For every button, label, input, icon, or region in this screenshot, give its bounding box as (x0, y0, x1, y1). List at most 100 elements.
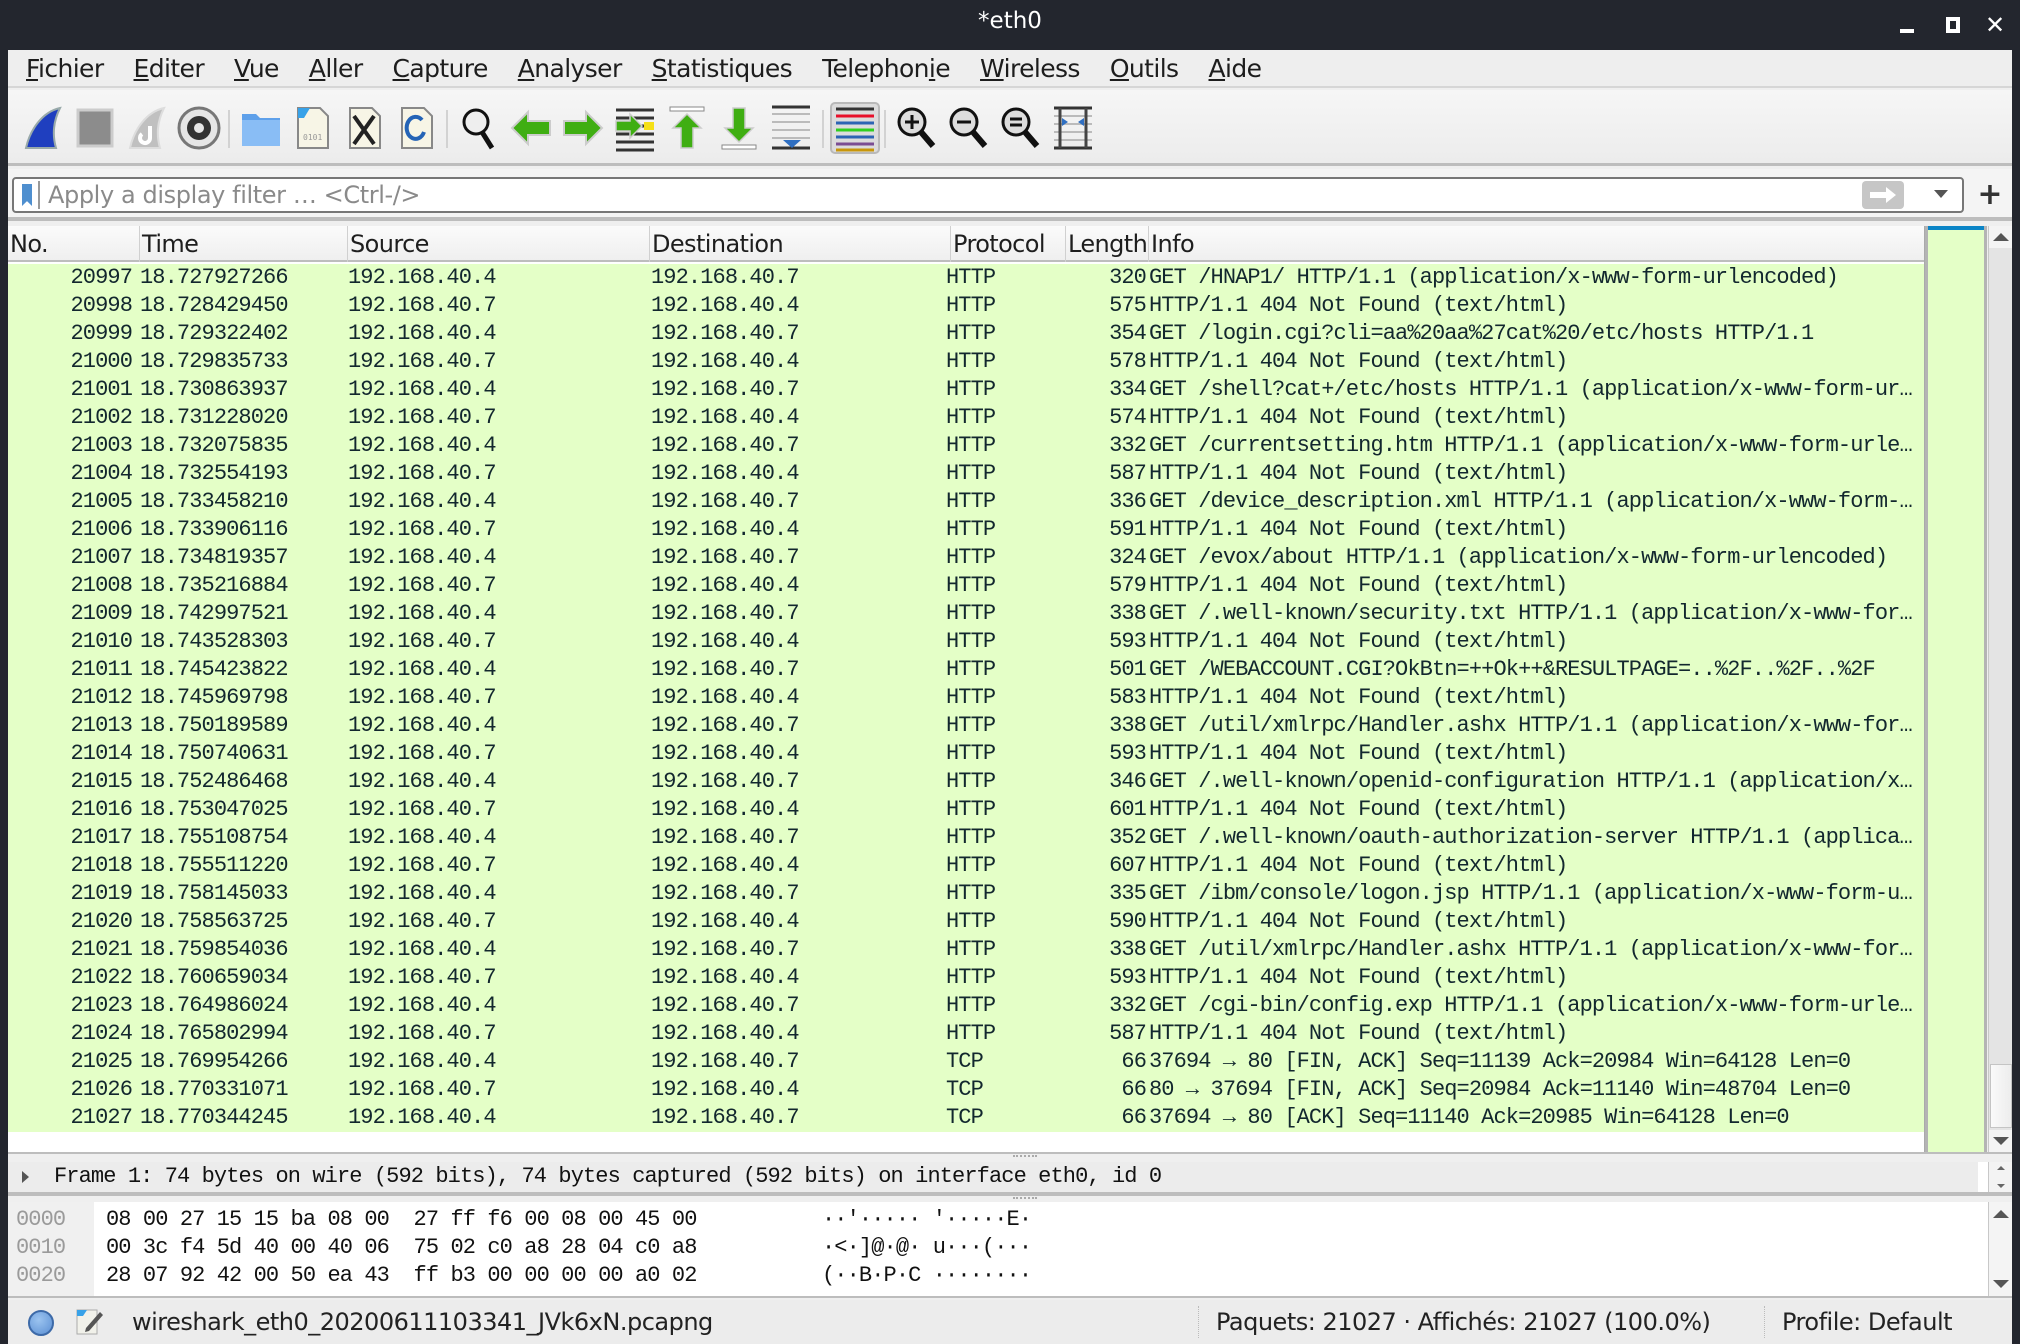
filter-bookmark-button[interactable] (16, 181, 40, 209)
packet-row[interactable]: 21011 18.745423822 192.168.40.4 192.168.40.… (8, 656, 1924, 684)
maximize-button[interactable] (1938, 10, 1968, 40)
zoom-normal-button[interactable] (996, 102, 1046, 154)
restart-capture-button[interactable] (122, 102, 172, 154)
expand-arrow-icon[interactable] (22, 1171, 29, 1183)
menu-vue[interactable]: Vue (234, 54, 279, 83)
pane-splitter[interactable] (8, 1152, 2012, 1160)
column-header-protocol[interactable]: Protocol (951, 226, 1066, 262)
pane-splitter-2[interactable] (8, 1194, 2012, 1202)
column-header-destination[interactable]: Destination (650, 226, 951, 262)
packet-row[interactable]: 21006 18.733906116 192.168.40.7 192.168.40.… (8, 516, 1924, 544)
packet-row[interactable]: 21020 18.758563725 192.168.40.7 192.168.40.… (8, 908, 1924, 936)
packet-row[interactable]: 21021 18.759854036 192.168.40.4 192.168.40.… (8, 936, 1924, 964)
first-packet-button[interactable] (662, 102, 712, 154)
scrollbar-thumb[interactable] (1990, 1064, 2012, 1128)
packet-row[interactable]: 21014 18.750740631 192.168.40.7 192.168.40.… (8, 740, 1924, 768)
packet-row[interactable]: 21013 18.750189589 192.168.40.4 192.168.40.… (8, 712, 1924, 740)
menu-aide[interactable]: Aide (1209, 54, 1263, 83)
packet-row[interactable]: 21005 18.733458210 192.168.40.4 192.168.40.… (8, 488, 1924, 516)
bytes-scrollbar[interactable] (1988, 1202, 2012, 1296)
hex-offset[interactable]: 0010 (16, 1234, 66, 1262)
menu-outils[interactable]: Outils (1110, 54, 1179, 83)
details-tree-item-frame[interactable]: Frame 1: 74 bytes on wire (592 bits), 74… (8, 1162, 1978, 1192)
close-window-button[interactable]: ✕ (1980, 10, 2010, 40)
packet-row[interactable]: 21008 18.735216884 192.168.40.7 192.168.40.… (8, 572, 1924, 600)
display-filter-input[interactable] (48, 179, 1868, 211)
add-filter-button[interactable]: + (1975, 177, 2005, 213)
scroll-up-button[interactable] (1989, 226, 2012, 248)
start-capture-button[interactable] (18, 102, 68, 154)
open-file-button[interactable] (236, 102, 286, 154)
menu-fichier[interactable]: Fichier (26, 54, 104, 83)
last-packet-button[interactable] (714, 102, 764, 154)
capture-comment-icon[interactable] (74, 1306, 104, 1336)
packet-list-scrollbar[interactable] (1988, 226, 2012, 1152)
packet-row[interactable]: 21009 18.742997521 192.168.40.4 192.168.40.… (8, 600, 1924, 628)
packet-row[interactable]: 21019 18.758145033 192.168.40.4 192.168.40.… (8, 880, 1924, 908)
packet-row[interactable]: 20998 18.728429450 192.168.40.7 192.168.40.… (8, 292, 1924, 320)
column-header-time[interactable]: Time (140, 226, 348, 262)
hex-bytes[interactable]: 00 3c f4 5d 40 00 40 06 75 02 c0 a8 28 0… (106, 1234, 697, 1262)
zoom-in-button[interactable] (892, 102, 942, 154)
packet-row[interactable]: 21007 18.734819357 192.168.40.4 192.168.40.… (8, 544, 1924, 572)
next-packet-button[interactable] (558, 102, 608, 154)
packet-row[interactable]: 21002 18.731228020 192.168.40.7 192.168.40.… (8, 404, 1924, 432)
packet-row[interactable]: 21017 18.755108754 192.168.40.4 192.168.40.… (8, 824, 1924, 852)
packet-row[interactable]: 21016 18.753047025 192.168.40.7 192.168.40.… (8, 796, 1924, 824)
column-header-source[interactable]: Source (348, 226, 650, 262)
capture-options-button[interactable] (174, 102, 224, 154)
packet-row[interactable]: 21026 18.770331071 192.168.40.7 192.168.40.… (8, 1076, 1924, 1104)
packet-row[interactable]: 21027 18.770344245 192.168.40.4 192.168.40.… (8, 1104, 1924, 1132)
packet-row[interactable]: 21023 18.764986024 192.168.40.4 192.168.40.… (8, 992, 1924, 1020)
packet-row[interactable]: 21024 18.765802994 192.168.40.7 192.168.40.… (8, 1020, 1924, 1048)
resize-columns-button[interactable] (1048, 102, 1098, 154)
packet-row[interactable]: 21001 18.730863937 192.168.40.4 192.168.40.… (8, 376, 1924, 404)
ascii-bytes[interactable]: ··'····· '·····E· (822, 1206, 1032, 1234)
menu-aller[interactable]: Aller (309, 54, 363, 83)
packet-row[interactable]: 21015 18.752486468 192.168.40.4 192.168.40.… (8, 768, 1924, 796)
menu-statistiques[interactable]: Statistiques (652, 54, 793, 83)
hex-offset[interactable]: 0000 (16, 1206, 66, 1234)
packet-row[interactable]: 21025 18.769954266 192.168.40.4 192.168.40.… (8, 1048, 1924, 1076)
filter-history-dropdown[interactable] (1934, 190, 1948, 198)
auto-scroll-button[interactable] (766, 102, 816, 154)
hex-bytes[interactable]: 08 00 27 15 15 ba 08 00 27 ff f6 00 08 0… (106, 1206, 697, 1234)
profile-selector[interactable]: Profile: Default (1782, 1300, 1953, 1344)
colorize-button[interactable] (830, 102, 880, 154)
zoom-out-button[interactable] (944, 102, 994, 154)
expert-info-indicator-icon[interactable] (28, 1310, 54, 1336)
ascii-bytes[interactable]: (··B·P·C ········ (822, 1262, 1032, 1290)
previous-packet-button[interactable] (506, 102, 556, 154)
column-header-info[interactable]: Info (1149, 226, 1924, 262)
column-header-length[interactable]: Length (1066, 226, 1149, 262)
menu-editer[interactable]: Editer (134, 54, 205, 83)
menu-analyser[interactable]: Analyser (518, 54, 623, 83)
column-header-no[interactable]: No. (8, 226, 140, 262)
hex-bytes[interactable]: 28 07 92 42 00 50 ea 43 ff b3 00 00 00 0… (106, 1262, 697, 1290)
packet-row[interactable]: 21010 18.743528303 192.168.40.7 192.168.40.… (8, 628, 1924, 656)
minimize-button[interactable] (1892, 10, 1922, 40)
menu-wireless[interactable]: Wireless (980, 54, 1080, 83)
packet-row[interactable]: 21000 18.729835733 192.168.40.7 192.168.40.… (8, 348, 1924, 376)
find-packet-button[interactable] (454, 102, 504, 154)
details-scrollbar[interactable] (1988, 1162, 2012, 1192)
go-to-packet-button[interactable] (610, 102, 660, 154)
menu-telephonie[interactable]: Telephonie (822, 54, 951, 83)
packet-minimap[interactable] (1925, 226, 1987, 1152)
ascii-bytes[interactable]: ·<·]@·@· u···(··· (822, 1234, 1032, 1262)
scroll-down-button[interactable] (1989, 1130, 2012, 1152)
packet-row[interactable]: 21004 18.732554193 192.168.40.7 192.168.40.… (8, 460, 1924, 488)
save-file-button[interactable]: 0101 (288, 102, 338, 154)
stop-capture-button[interactable] (70, 102, 120, 154)
packet-row[interactable]: 21003 18.732075835 192.168.40.4 192.168.40.… (8, 432, 1924, 460)
packet-row[interactable]: 21022 18.760659034 192.168.40.7 192.168.40.… (8, 964, 1924, 992)
packet-row[interactable]: 21018 18.755511220 192.168.40.7 192.168.40.… (8, 852, 1924, 880)
hex-offset[interactable]: 0020 (16, 1262, 66, 1290)
menu-capture[interactable]: Capture (393, 54, 489, 83)
packet-row[interactable]: 21012 18.745969798 192.168.40.7 192.168.40.… (8, 684, 1924, 712)
apply-filter-button[interactable] (1862, 181, 1904, 209)
reload-file-button[interactable] (392, 102, 442, 154)
packet-row[interactable]: 20999 18.729322402 192.168.40.4 192.168.40.… (8, 320, 1924, 348)
packet-row[interactable]: 20997 18.727927266 192.168.40.4 192.168.40.… (8, 264, 1924, 292)
close-file-button[interactable] (340, 102, 390, 154)
